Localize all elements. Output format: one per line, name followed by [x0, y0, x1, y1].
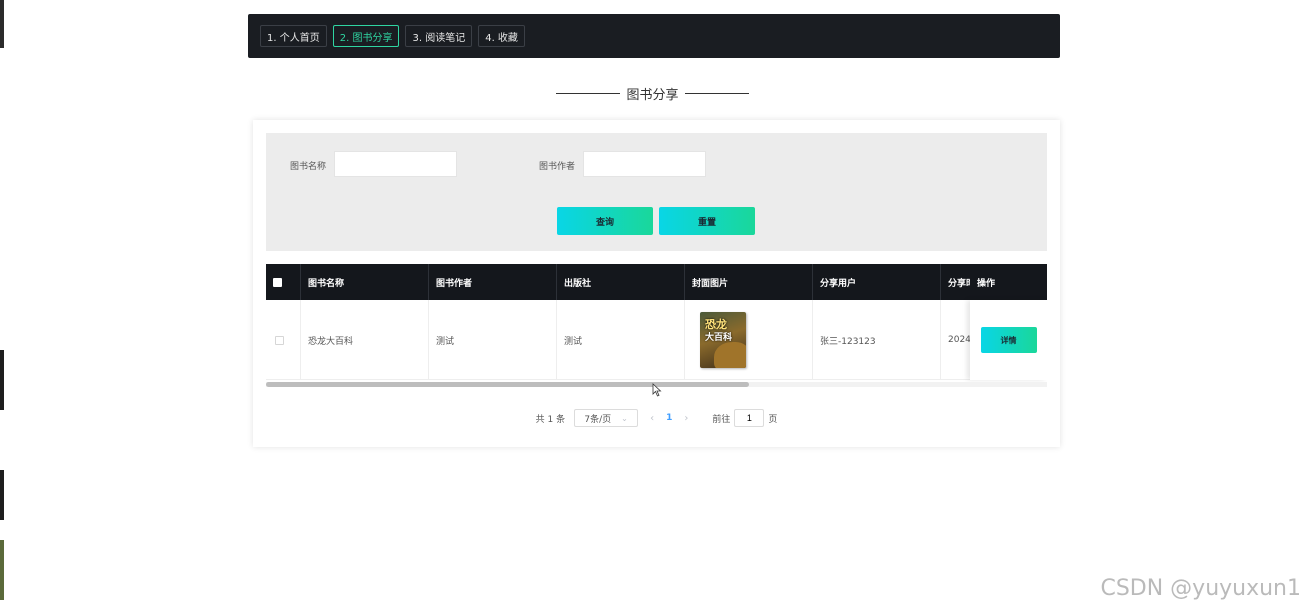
action-cell: 详情 — [970, 300, 1047, 380]
reset-button[interactable]: 重置 — [659, 207, 755, 235]
row-select-cell — [266, 300, 301, 380]
table-row: 恐龙大百科 测试 测试 恐龙 大百科 张三-123123 2024- — [266, 300, 1047, 380]
prev-page-icon[interactable]: ‹ — [650, 413, 654, 424]
book-name-input[interactable] — [334, 151, 457, 177]
book-name-label: 图书名称 — [290, 162, 327, 172]
header-action: 操作 — [970, 264, 1047, 300]
page-suffix-label: 页 — [768, 414, 778, 425]
goto-page-input[interactable] — [734, 409, 765, 427]
page-size-select[interactable]: 7条/页 ⌄ — [574, 409, 639, 427]
book-author-label: 图书作者 — [539, 162, 576, 172]
window-edge-artifact — [0, 0, 4, 48]
select-all-cell — [266, 264, 301, 300]
table-header: 图书名称 图书作者 出版社 封面图片 分享用户 分享时间 — [266, 264, 1047, 300]
cover-dinosaur-art — [714, 342, 746, 368]
header-share-user[interactable]: 分享用户 — [813, 264, 941, 300]
next-page-icon[interactable]: › — [684, 413, 688, 424]
book-author-input[interactable] — [583, 151, 706, 177]
section-title: 图书分享 — [0, 84, 1305, 103]
header-cover-image[interactable]: 封面图片 — [685, 264, 813, 300]
pagination-total: 共 1 条 — [535, 414, 566, 425]
header-publisher[interactable]: 出版社 — [557, 264, 685, 300]
page-title: 图书分享 — [626, 88, 679, 103]
cell-share-user: 张三-123123 — [813, 300, 941, 380]
header-book-name[interactable]: 图书名称 — [301, 264, 429, 300]
header-book-author[interactable]: 图书作者 — [429, 264, 557, 300]
row-checkbox[interactable] — [275, 335, 284, 345]
tab-home[interactable]: 1. 个人首页 — [260, 25, 327, 47]
cell-cover-image: 恐龙 大百科 — [685, 300, 813, 380]
watermark: CSDN @yuyuxun1 — [1100, 576, 1301, 601]
select-all-checkbox[interactable] — [273, 277, 282, 287]
cell-book-name: 恐龙大百科 — [301, 300, 429, 380]
tab-favorites[interactable]: 4. 收藏 — [478, 25, 525, 47]
window-edge-artifact — [0, 350, 4, 410]
tab-reading-notes[interactable]: 3. 阅读笔记 — [405, 25, 473, 47]
book-table: 图书名称 图书作者 出版社 封面图片 分享用户 分享时间 操作 恐龙大百科 测试… — [266, 264, 1047, 386]
content-card: 图书名称 图书作者 查询 重置 图书名称 图书作者 出版社 封面图片 分享用户 … — [253, 120, 1060, 447]
cell-publisher: 测试 — [557, 300, 685, 380]
chevron-down-icon: ⌄ — [621, 413, 628, 423]
book-cover-image[interactable]: 恐龙 大百科 — [700, 312, 746, 368]
window-edge-artifact — [0, 540, 4, 600]
title-divider-left — [556, 93, 621, 94]
pagination: 共 1 条 7条/页 ⌄ ‹ 1 › 前往 页 — [253, 409, 1060, 427]
mouse-cursor-icon — [652, 383, 662, 397]
scrollbar-thumb[interactable] — [266, 382, 749, 387]
tab-book-share[interactable]: 2. 图书分享 — [332, 25, 400, 47]
cell-book-author: 测试 — [429, 300, 557, 380]
query-button[interactable]: 查询 — [557, 207, 653, 235]
page-size-value: 7条/页 — [584, 414, 612, 425]
page-number-current[interactable]: 1 — [666, 413, 672, 423]
title-divider-right — [684, 93, 749, 94]
top-nav: 1. 个人首页 2. 图书分享 3. 阅读笔记 4. 收藏 — [248, 14, 1060, 58]
window-edge-artifact — [0, 470, 4, 520]
detail-button[interactable]: 详情 — [980, 327, 1037, 353]
cover-title-line2: 大百科 — [705, 333, 733, 343]
goto-label: 前往 — [712, 414, 731, 425]
search-panel: 图书名称 图书作者 查询 重置 — [266, 133, 1047, 251]
